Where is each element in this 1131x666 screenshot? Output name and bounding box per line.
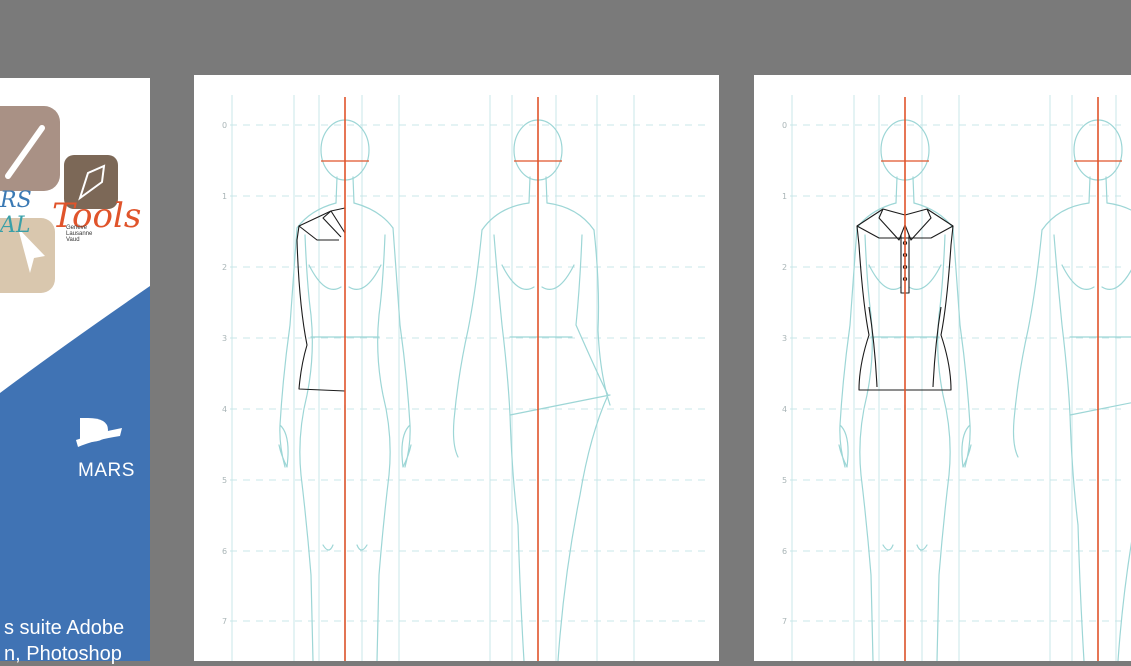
artboard-croquis-template[interactable]: 0 1 2 3 4 5 6 7 <box>194 75 719 661</box>
croquis-right-side <box>377 235 390 661</box>
ruler-label: 3 <box>222 334 227 343</box>
ruler-label: 3 <box>782 334 787 343</box>
croquis-drawing: 0 1 2 3 4 5 6 7 <box>194 75 719 661</box>
croquis-right-arm <box>953 228 971 467</box>
guide-grid <box>230 95 709 661</box>
artboard-leaflet[interactable]: RS AL Tools Genève Lausanne Vaud <box>0 78 150 661</box>
garment-half-bodice <box>297 208 345 391</box>
croquis-left-side <box>300 235 313 661</box>
logo-word-one: RS <box>0 188 32 213</box>
logo-cities: Genève Lausanne Vaud <box>66 225 92 243</box>
ruler-label: 2 <box>782 263 787 272</box>
leaflet-text-line: n, Photoshop <box>4 643 122 666</box>
artboard-croquis-shirt[interactable]: 0 1 2 3 4 5 6 7 <box>754 75 1131 661</box>
ruler-label: 6 <box>222 547 227 556</box>
croquis-drawing: 0 1 2 3 4 5 6 7 <box>754 75 1131 661</box>
leaflet-graphic <box>0 78 150 661</box>
bodice-outline <box>297 208 345 391</box>
guide-grid <box>790 95 1121 661</box>
ruler-label: 0 <box>782 121 787 130</box>
ruler-label: 5 <box>222 476 227 485</box>
croquis-left-arm <box>454 230 483 457</box>
brand-label: MARS <box>78 460 135 482</box>
logo-city: Vaud <box>66 237 92 243</box>
ruler-label: 4 <box>222 405 227 414</box>
croquis-shoulders <box>1042 203 1131 230</box>
ruler-label: 7 <box>782 617 787 626</box>
croquis-walking-figure <box>454 120 611 661</box>
croquis-hem-line <box>510 395 610 415</box>
croquis-right-side <box>1118 235 1131 661</box>
croquis-left-side <box>494 235 524 661</box>
ruler-label: 4 <box>782 405 787 414</box>
croquis-right-side <box>937 235 950 661</box>
ruler-label: 7 <box>222 617 227 626</box>
ruler-label: 1 <box>782 192 787 201</box>
croquis-right-side <box>558 235 608 661</box>
ruler-label: 0 <box>222 121 227 130</box>
croquis-left-side <box>1054 235 1084 661</box>
croquis-right-arm <box>594 230 610 405</box>
croquis-right-arm <box>393 228 411 467</box>
ruler-label: 6 <box>782 547 787 556</box>
croquis-hem-line <box>1070 395 1131 415</box>
ruler-label: 2 <box>222 263 227 272</box>
croquis-left-side <box>860 235 873 661</box>
croquis-left-arm <box>1014 230 1043 457</box>
bodice-collar <box>323 208 345 237</box>
ruler-label: 5 <box>782 476 787 485</box>
leaflet-text-line: s suite Adobe <box>4 617 124 640</box>
ruler-label: 1 <box>222 192 227 201</box>
logo-word-two: AL <box>0 213 31 238</box>
